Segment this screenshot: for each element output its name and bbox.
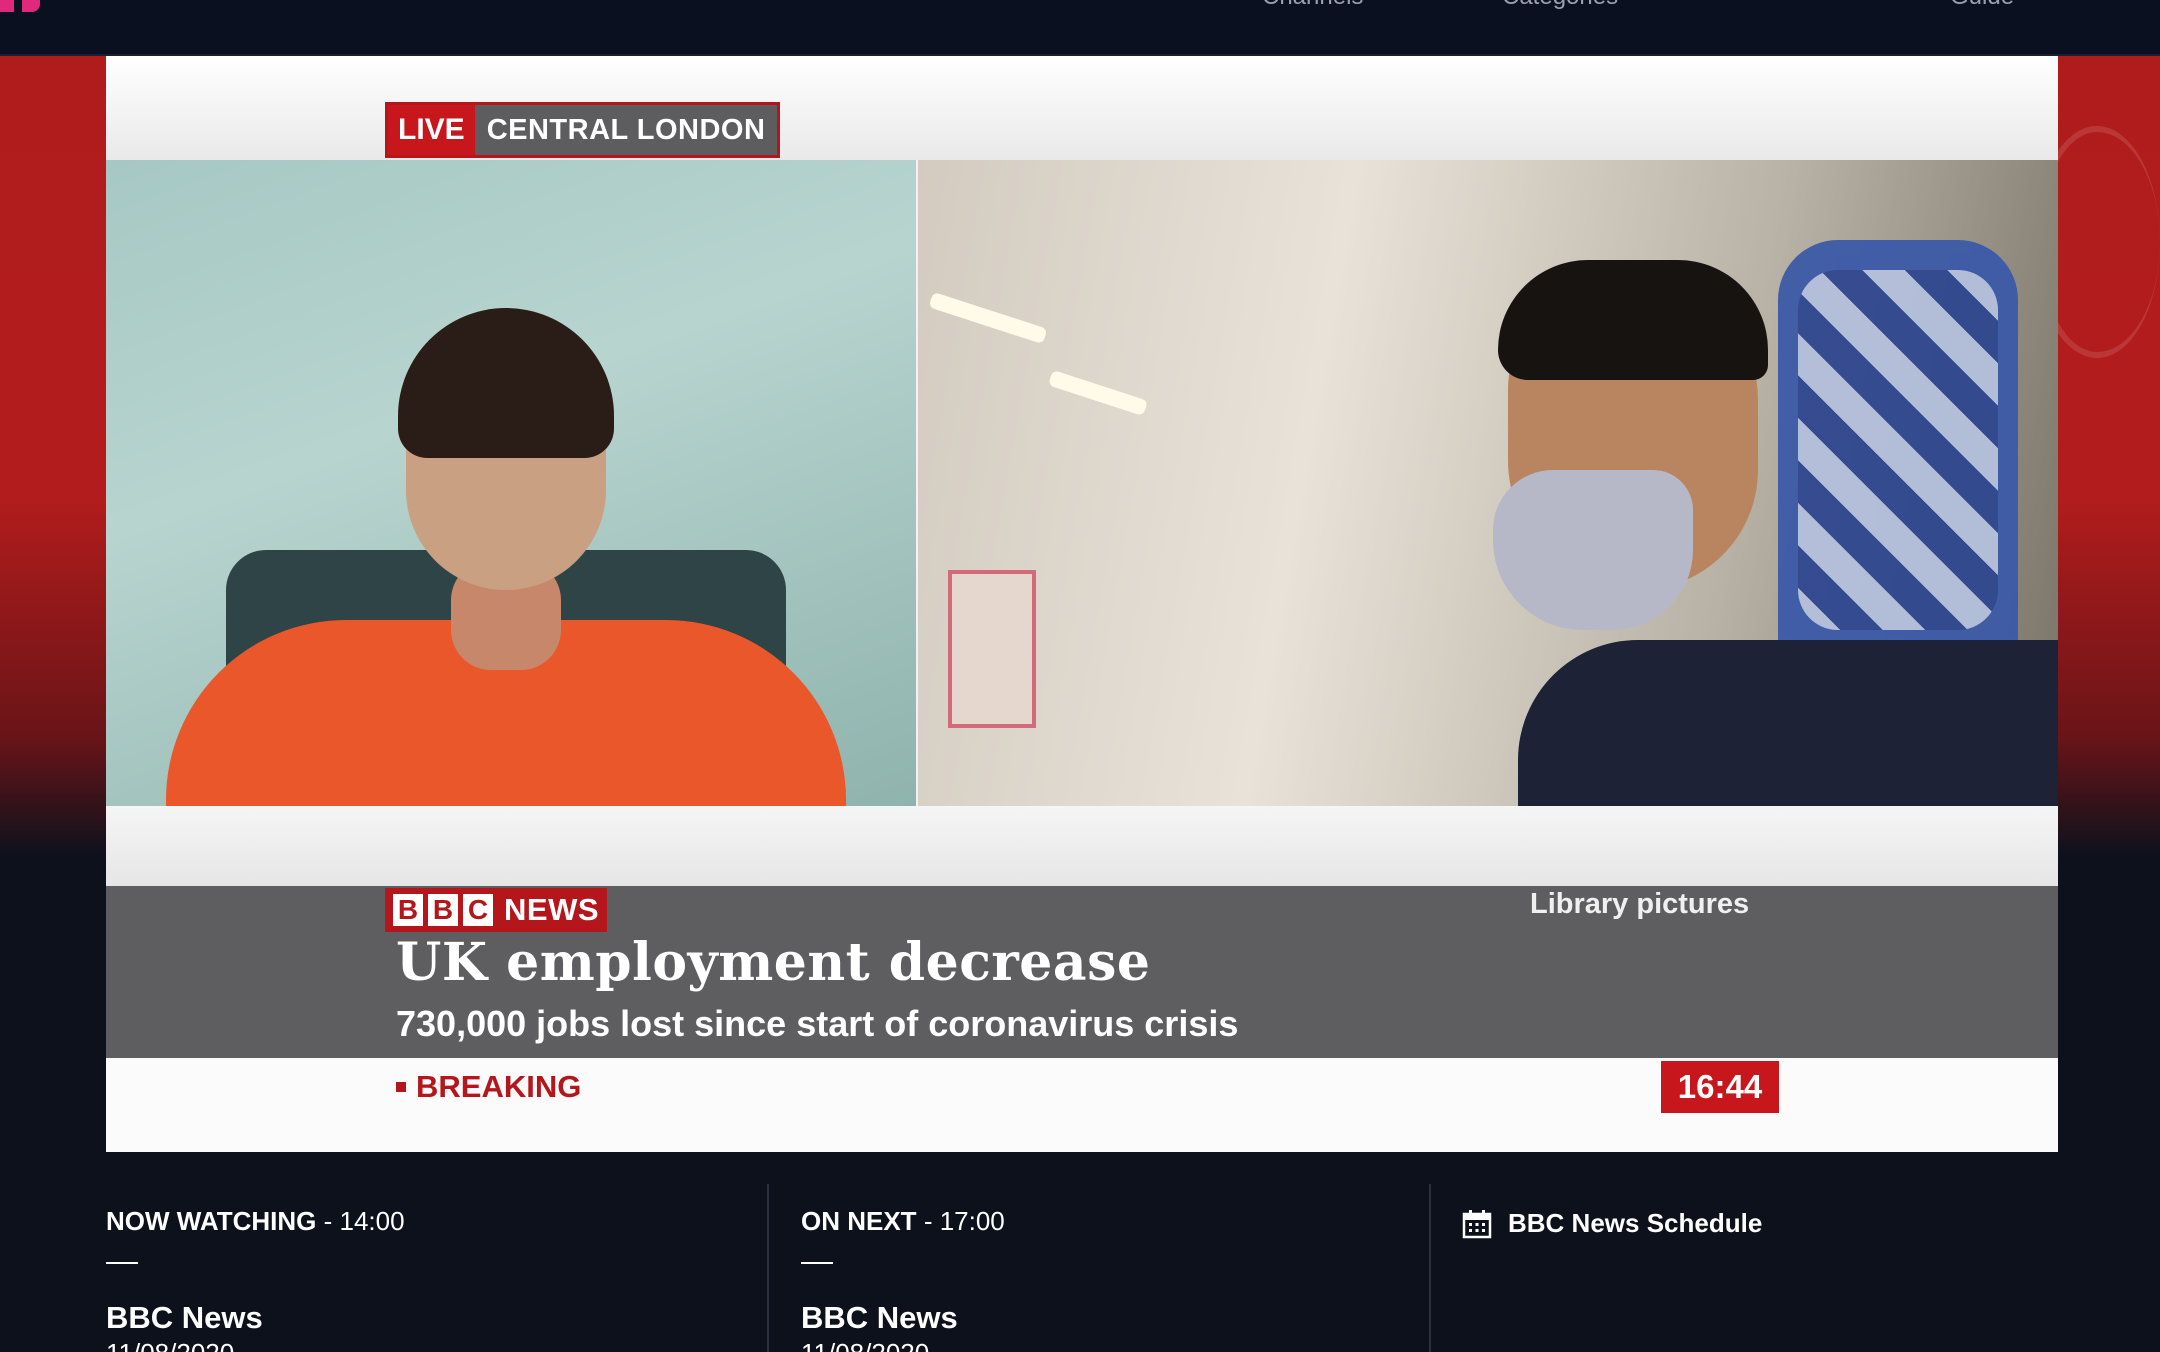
video-player[interactable]: LIVE CENTRAL LONDON B B C NEWS Library p… (106, 56, 2058, 1152)
logo-block-b1: B (393, 894, 423, 926)
wall-poster (948, 570, 1036, 728)
man-hair (1498, 260, 1768, 380)
nav-item-guide[interactable]: Guide (1950, 0, 2014, 10)
logo-block-b2: B (428, 894, 458, 926)
now-watching-dash (106, 1262, 138, 1264)
library-pictures-label: Library pictures (1530, 888, 1750, 920)
live-location-tag: LIVE CENTRAL LONDON (385, 102, 781, 158)
programme-info (0, 1152, 2160, 1352)
on-next-dash (801, 1262, 833, 1264)
on-next-title[interactable]: BBC News (801, 1300, 958, 1336)
breaking-label: BREAKING (396, 1069, 581, 1105)
iplayer-logo[interactable] (0, 0, 40, 12)
broadcast-clock: 16:44 (1661, 1061, 1779, 1113)
calendar-icon (1462, 1209, 1492, 1238)
now-watching-label: NOW WATCHING (106, 1206, 317, 1236)
subheadline-caption: 730,000 jobs lost since start of coronav… (396, 1003, 1239, 1044)
location-label: CENTRAL LONDON (474, 105, 778, 155)
video-feed-library-footage (918, 160, 2058, 806)
face-mask (1493, 470, 1693, 630)
on-next-date: 11/08/2020 (801, 1338, 929, 1352)
breaking-bullet (396, 1082, 406, 1092)
nav-item-channels[interactable]: Channels (1262, 0, 1363, 10)
nav-item-categories[interactable]: Categories (1502, 0, 1618, 10)
logo-block-c: C (463, 894, 493, 926)
top-navigation: Channels Categories Guide (0, 0, 2160, 56)
ceiling-light (1047, 369, 1149, 417)
logo-news-text: NEWS (504, 892, 599, 927)
presenter-hair (398, 308, 614, 458)
now-watching-title[interactable]: BBC News (106, 1300, 263, 1336)
column-divider (767, 1184, 769, 1352)
column-divider (1429, 1184, 1431, 1352)
video-feed-presenter (106, 160, 916, 806)
bbc-news-schedule-link[interactable]: BBC News Schedule (1462, 1208, 1762, 1239)
on-next-heading: ON NEXT - 17:00 (801, 1206, 1005, 1237)
headline-caption: UK employment decrease (396, 932, 1151, 993)
ceiling-light (928, 291, 1048, 345)
background-person (1778, 240, 2018, 660)
now-watching-time: - 14:00 (323, 1206, 405, 1236)
now-watching-heading: NOW WATCHING - 14:00 (106, 1206, 405, 1237)
breaking-text: BREAKING (416, 1069, 582, 1104)
bbc-news-logo: B B C NEWS (385, 888, 607, 932)
now-watching-date: 11/08/2020 (106, 1338, 234, 1352)
live-label: LIVE (388, 105, 475, 155)
schedule-label: BBC News Schedule (1508, 1208, 1763, 1238)
on-next-time: - 17:00 (923, 1206, 1005, 1236)
man-suit (1518, 640, 2058, 806)
on-next-label: ON NEXT (801, 1206, 917, 1236)
graphics-mid-band (106, 806, 2058, 886)
